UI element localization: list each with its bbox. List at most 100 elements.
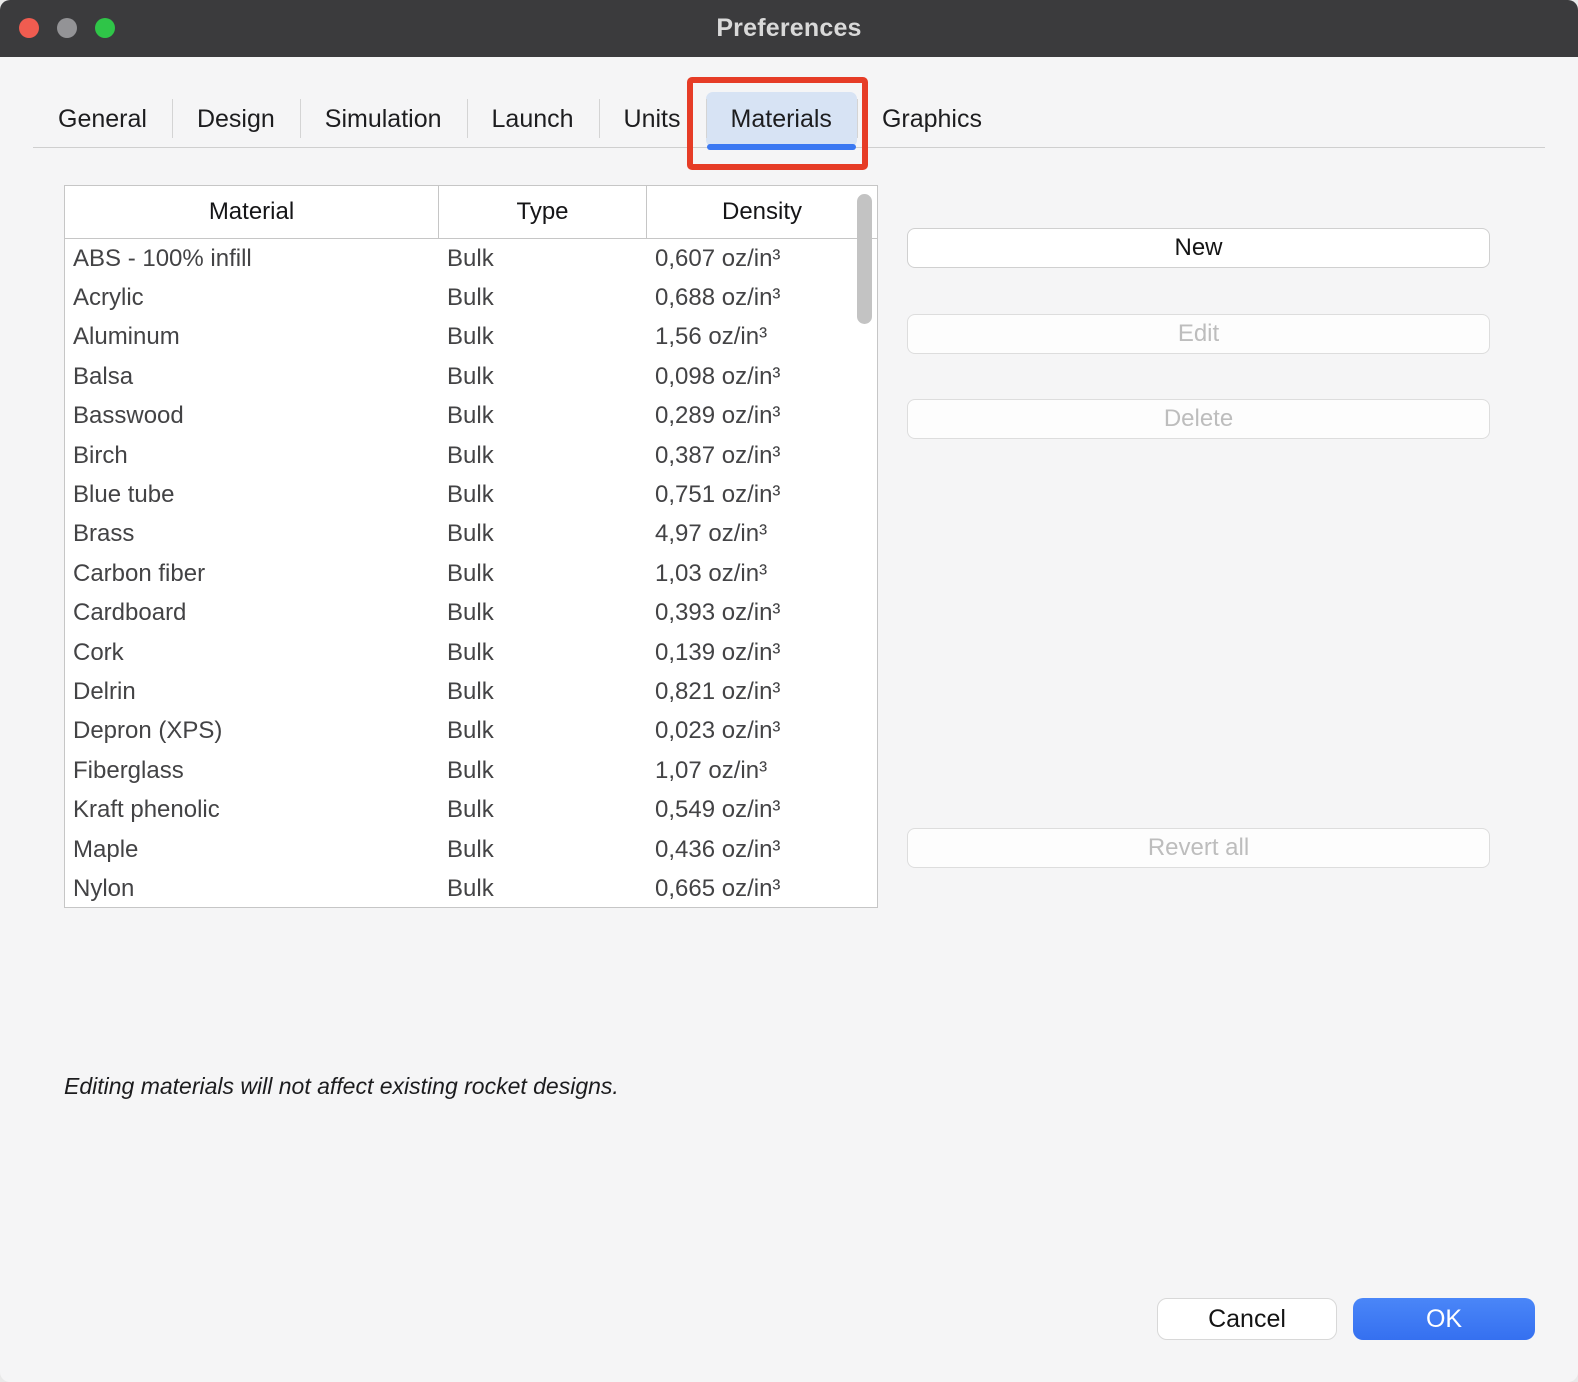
table-row[interactable]: Birch Bulk 0,387 oz/in³ [65,436,877,475]
cell-density: 4,97 oz/in³ [647,520,877,548]
cell-density: 0,607 oz/in³ [647,245,877,273]
tab-label: Design [197,105,275,134]
cell-type: Bulk [439,402,647,430]
materials-table: Material Type Density ABS - 100% infill … [64,185,878,908]
tab-label: Units [624,105,681,134]
table-row[interactable]: Cardboard Bulk 0,393 oz/in³ [65,594,877,633]
zoom-button[interactable] [95,18,115,38]
tab-launch[interactable]: Launch [467,92,599,147]
cell-material: Fiberglass [65,757,439,785]
cell-type: Bulk [439,757,647,785]
cell-material: Brass [65,520,439,548]
column-header-density: Density [647,186,877,238]
scrollbar-thumb[interactable] [857,194,872,324]
cell-material: Maple [65,836,439,864]
traffic-lights [19,18,115,38]
table-row[interactable]: Nylon Bulk 0,665 oz/in³ [65,869,877,908]
cell-type: Bulk [439,639,647,667]
cell-density: 0,549 oz/in³ [647,796,877,824]
cell-density: 0,098 oz/in³ [647,363,877,391]
minimize-button[interactable] [57,18,77,38]
cell-material: Basswood [65,402,439,430]
cell-material: Acrylic [65,284,439,312]
titlebar: Preferences [0,0,1578,57]
cell-density: 0,688 oz/in³ [647,284,877,312]
delete-button[interactable]: Delete [907,399,1490,439]
cell-type: Bulk [439,678,647,706]
table-row[interactable]: Blue tube Bulk 0,751 oz/in³ [65,475,877,514]
edit-button[interactable]: Edit [907,314,1490,354]
cell-type: Bulk [439,836,647,864]
table-row[interactable]: Fiberglass Bulk 1,07 oz/in³ [65,751,877,790]
cell-type: Bulk [439,363,647,391]
cell-density: 0,139 oz/in³ [647,639,877,667]
cell-density: 0,821 oz/in³ [647,678,877,706]
cell-material: Blue tube [65,481,439,509]
materials-note: Editing materials will not affect existi… [64,1073,619,1100]
ok-button[interactable]: OK [1353,1298,1535,1340]
cell-density: 0,751 oz/in³ [647,481,877,509]
cell-material: Nylon [65,875,439,903]
tab-units[interactable]: Units [599,92,706,147]
table-row[interactable]: ABS - 100% infill Bulk 0,607 oz/in³ [65,239,877,278]
cell-density: 1,03 oz/in³ [647,560,877,588]
cell-type: Bulk [439,796,647,824]
cell-material: Birch [65,442,439,470]
cell-density: 0,436 oz/in³ [647,836,877,864]
table-row[interactable]: Delrin Bulk 0,821 oz/in³ [65,672,877,711]
cell-material: Aluminum [65,323,439,351]
table-row[interactable]: Carbon fiber Bulk 1,03 oz/in³ [65,554,877,593]
tab-simulation[interactable]: Simulation [300,92,467,147]
tab-general[interactable]: General [33,92,172,147]
table-row[interactable]: Acrylic Bulk 0,688 oz/in³ [65,278,877,317]
new-button[interactable]: New [907,228,1490,268]
column-header-type: Type [439,186,647,238]
window-title: Preferences [716,14,861,43]
table-row[interactable]: Depron (XPS) Bulk 0,023 oz/in³ [65,712,877,751]
table-row[interactable]: Basswood Bulk 0,289 oz/in³ [65,397,877,436]
tab-bar: General Design Simulation Launch Units M… [33,92,1545,148]
cell-type: Bulk [439,323,647,351]
column-header-material: Material [65,186,439,238]
table-row[interactable]: Maple Bulk 0,436 oz/in³ [65,830,877,869]
cell-density: 0,023 oz/in³ [647,717,877,745]
table-row[interactable]: Balsa Bulk 0,098 oz/in³ [65,357,877,396]
cell-material: Cork [65,639,439,667]
cell-type: Bulk [439,875,647,903]
cell-type: Bulk [439,442,647,470]
table-row[interactable]: Cork Bulk 0,139 oz/in³ [65,633,877,672]
cell-type: Bulk [439,520,647,548]
table-row[interactable]: Kraft phenolic Bulk 0,549 oz/in³ [65,790,877,829]
tab-graphics[interactable]: Graphics [857,92,1007,147]
cell-type: Bulk [439,245,647,273]
cell-material: Balsa [65,363,439,391]
close-button[interactable] [19,18,39,38]
cell-type: Bulk [439,717,647,745]
cell-density: 1,56 oz/in³ [647,323,877,351]
table-body: ABS - 100% infill Bulk 0,607 oz/in³ Acry… [65,239,877,908]
cell-density: 0,387 oz/in³ [647,442,877,470]
cell-type: Bulk [439,284,647,312]
cell-material: Kraft phenolic [65,796,439,824]
preferences-window: Preferences General Design Simulation La… [0,0,1578,1382]
cancel-button[interactable]: Cancel [1157,1298,1337,1340]
tab-materials[interactable]: Materials [706,92,857,147]
cell-type: Bulk [439,481,647,509]
cell-density: 0,665 oz/in³ [647,875,877,903]
tab-label: General [58,105,147,134]
cell-material: Carbon fiber [65,560,439,588]
cell-density: 0,393 oz/in³ [647,599,877,627]
cell-type: Bulk [439,599,647,627]
table-row[interactable]: Brass Bulk 4,97 oz/in³ [65,515,877,554]
tab-label: Launch [492,105,574,134]
revert-all-button[interactable]: Revert all [907,828,1490,868]
table-row[interactable]: Aluminum Bulk 1,56 oz/in³ [65,318,877,357]
cell-material: Delrin [65,678,439,706]
tab-design[interactable]: Design [172,92,300,147]
cell-material: Depron (XPS) [65,717,439,745]
tab-label: Materials [731,105,832,134]
cell-material: Cardboard [65,599,439,627]
tab-label: Graphics [882,105,982,134]
cell-density: 0,289 oz/in³ [647,402,877,430]
cell-material: ABS - 100% infill [65,245,439,273]
